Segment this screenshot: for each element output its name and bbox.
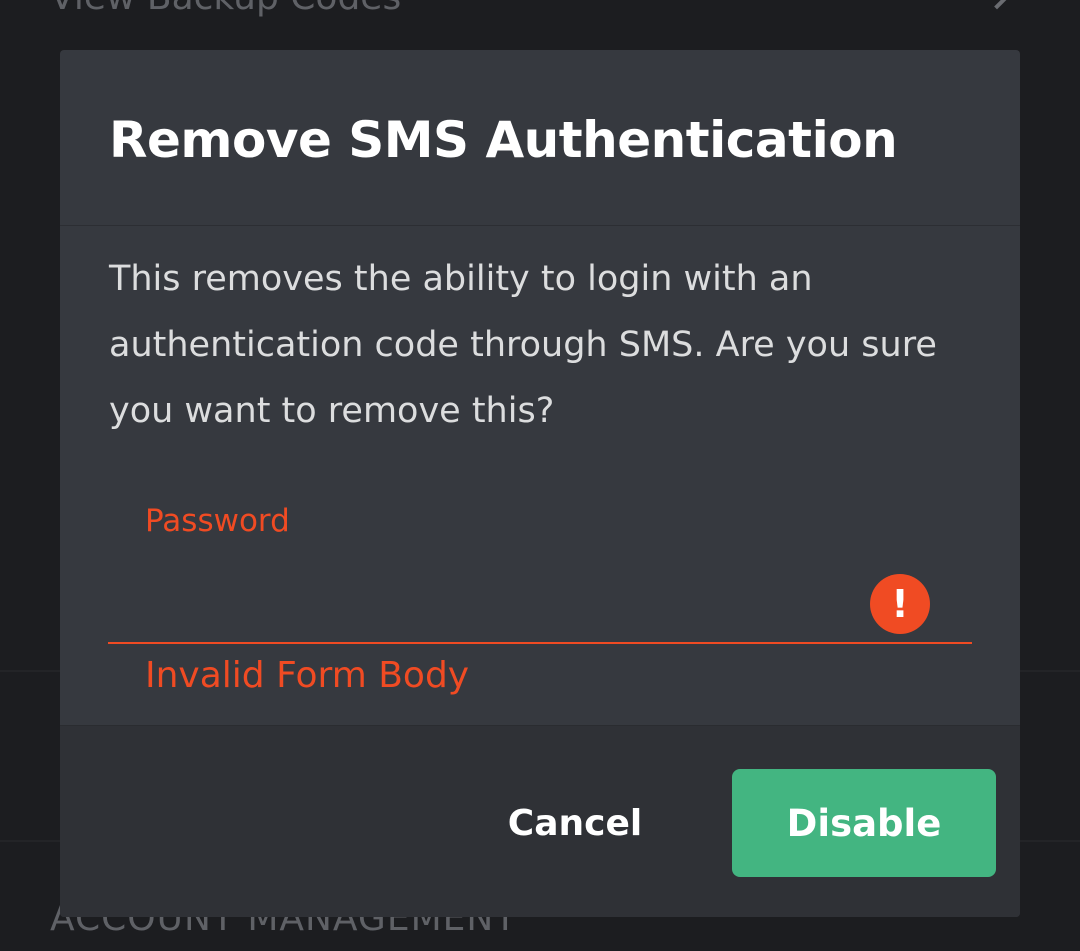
disable-button[interactable]: Disable [732,769,996,877]
modal-header: Remove SMS Authentication [60,50,1020,226]
password-label: Password [145,503,290,539]
chevron-right-icon [978,0,1016,10]
modal-footer: Cancel Disable [60,725,1020,917]
remove-sms-auth-modal: Remove SMS Authentication This removes t… [60,50,1020,917]
modal-description: This removes the ability to login with a… [109,259,937,431]
exclamation-circle-icon: ! [870,574,930,634]
modal-title: Remove SMS Authentication [109,111,898,169]
cancel-button[interactable]: Cancel [480,770,670,876]
password-input[interactable] [108,548,972,644]
modal-body: This removes the ability to login with a… [60,226,1020,724]
password-error-message: Invalid Form Body [145,655,470,696]
bg-view-backup-codes: View Backup Codes [50,0,401,18]
